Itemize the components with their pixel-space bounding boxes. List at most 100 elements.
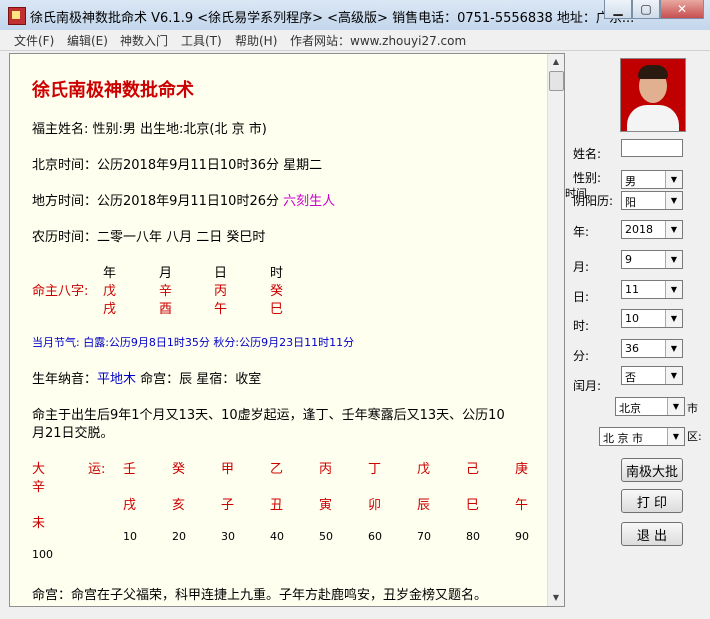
local-time-quarter: 六刻生人 bbox=[283, 194, 336, 209]
chevron-down-icon[interactable]: ▼ bbox=[665, 310, 682, 327]
luck-start-1: 命主于出生后9年1个月又13天、10虚岁起运，逢丁、壬年寒露后又13天、公历10 bbox=[32, 408, 505, 423]
dayun-stem: 癸 bbox=[172, 462, 186, 477]
report-panel[interactable]: 徐氏南极神数批命术 福主姓名: 性别:男 出生地:北京(北 京 市) 北京时间：… bbox=[9, 53, 565, 607]
luck-start-2: 月21日交脱。 bbox=[32, 426, 114, 441]
bazi-header: 月 bbox=[159, 266, 173, 281]
input-panel: 姓名: 性别: 男 ▼ 时间 阴阳历: 阳 ▼ 年: 2018 ▼ 月: 9 ▼… bbox=[563, 53, 710, 619]
window-title: 徐氏南极神数批命术 V6.1.9 <徐氏易学系列程序> <高级版> 销售电话：0… bbox=[30, 11, 635, 26]
nayin-line: 生年纳音：平地木 命宫：辰 星宿：收室 bbox=[32, 368, 261, 387]
name-input[interactable] bbox=[621, 139, 683, 157]
dayun-stem: 壬 bbox=[123, 462, 137, 477]
dayun-stem: 庚 bbox=[515, 462, 529, 477]
leap-label: 闰月: bbox=[573, 379, 602, 393]
city-value: 北 京 市 bbox=[603, 432, 643, 445]
print-button[interactable]: 打 印 bbox=[621, 489, 683, 513]
leap-select[interactable]: 否 ▼ bbox=[621, 366, 683, 385]
day-value: 11 bbox=[625, 283, 639, 296]
dayun-age: 40 bbox=[270, 530, 284, 543]
chevron-down-icon[interactable]: ▼ bbox=[667, 398, 684, 415]
chevron-down-icon[interactable]: ▼ bbox=[665, 340, 682, 357]
bazi-branch: 酉 bbox=[159, 302, 173, 317]
dayun-age: 70 bbox=[417, 530, 431, 543]
dayun-age: 80 bbox=[466, 530, 480, 543]
province-suffix: 市 bbox=[687, 402, 698, 415]
chevron-down-icon[interactable]: ▼ bbox=[665, 251, 682, 268]
scroll-up-icon[interactable]: ▲ bbox=[548, 54, 564, 70]
province-select[interactable]: 北京 ▼ bbox=[615, 397, 685, 416]
dayun-branch: 戌 bbox=[123, 498, 137, 513]
menu-website[interactable]: 作者网站：www.zhouyi27.com bbox=[290, 32, 466, 49]
dayun-label-2: 运: bbox=[88, 462, 106, 477]
dayun-age: 60 bbox=[368, 530, 382, 543]
day-label: 日: bbox=[573, 290, 590, 304]
calendar-value: 阳 bbox=[625, 196, 636, 209]
bazi-branch: 戌 bbox=[103, 302, 117, 317]
dayun-branch: 寅 bbox=[319, 498, 333, 513]
dayun-label-4: 未 bbox=[32, 516, 46, 531]
menu-edit[interactable]: 编辑(E) bbox=[67, 32, 108, 49]
dayun-age-last: 100 bbox=[32, 548, 53, 561]
dayun-stem: 己 bbox=[466, 462, 480, 477]
report-title: 徐氏南极神数批命术 bbox=[32, 80, 194, 101]
portrait-photo bbox=[620, 58, 686, 132]
chevron-down-icon[interactable]: ▼ bbox=[667, 428, 684, 445]
lunar-time: 农历时间：二零一八年 八月 二日 癸巳时 bbox=[32, 230, 266, 245]
calendar-select[interactable]: 阳 ▼ bbox=[621, 191, 683, 210]
scroll-down-icon[interactable]: ▼ bbox=[548, 590, 564, 606]
local-time: 地方时间：公历2018年9月11日10时26分 六刻生人 bbox=[32, 190, 335, 209]
province-value: 北京 bbox=[619, 402, 641, 415]
city-select[interactable]: 北 京 市 ▼ bbox=[599, 427, 685, 446]
bazi-stem: 辛 bbox=[159, 284, 173, 299]
scroll-thumb[interactable] bbox=[549, 71, 564, 91]
nayin-value: 平地木 bbox=[97, 372, 137, 387]
minute-label: 分: bbox=[573, 349, 590, 363]
menu-file[interactable]: 文件(F) bbox=[14, 32, 54, 49]
chevron-down-icon[interactable]: ▼ bbox=[665, 171, 682, 188]
chevron-down-icon[interactable]: ▼ bbox=[665, 281, 682, 298]
bazi-branch: 巳 bbox=[270, 302, 284, 317]
chevron-down-icon[interactable]: ▼ bbox=[665, 367, 682, 384]
exit-button[interactable]: 退 出 bbox=[621, 522, 683, 546]
palace-line: 命宫：命宫在子父福荣，科甲连捷上九重。子年方赴鹿鸣安，丑岁金榜又题名。 bbox=[32, 588, 488, 603]
chevron-down-icon[interactable]: ▼ bbox=[665, 221, 682, 238]
photo-shirt bbox=[627, 105, 679, 131]
bazi-label: 命主八字: bbox=[32, 284, 89, 299]
dayun-branch: 丑 bbox=[270, 498, 284, 513]
gender-value: 男 bbox=[625, 175, 636, 188]
bazi-header: 时 bbox=[270, 266, 284, 281]
minute-select[interactable]: 36 ▼ bbox=[621, 339, 683, 358]
bazi-stem: 戊 bbox=[103, 284, 117, 299]
solar-term: 当月节气: 白露:公历9月8日1时35分 秋分:公历9月23日11时11分 bbox=[32, 336, 355, 349]
menu-help[interactable]: 帮助(H) bbox=[235, 32, 277, 49]
nayin-label: 生年纳音： bbox=[32, 372, 98, 387]
day-select[interactable]: 11 ▼ bbox=[621, 280, 683, 299]
dayun-label-3: 辛 bbox=[32, 480, 46, 495]
dayun-branch: 卯 bbox=[368, 498, 382, 513]
hour-select[interactable]: 10 ▼ bbox=[621, 309, 683, 328]
minimize-icon[interactable]: ▁ bbox=[604, 0, 632, 19]
maximize-icon[interactable]: ▢ bbox=[632, 0, 660, 19]
chevron-down-icon[interactable]: ▼ bbox=[665, 192, 682, 209]
dayun-branch: 子 bbox=[221, 498, 235, 513]
bazi-header: 日 bbox=[214, 266, 228, 281]
menu-intro[interactable]: 神数入门 bbox=[120, 32, 168, 49]
bazi-stem: 癸 bbox=[270, 284, 284, 299]
gender-label: 性别: bbox=[573, 171, 602, 185]
close-icon[interactable]: ✕ bbox=[660, 0, 704, 19]
name-line: 福主姓名: 性别:男 出生地:北京(北 京 市) bbox=[32, 122, 267, 137]
calendar-label-2: 阴阳历: bbox=[573, 194, 614, 208]
month-select[interactable]: 9 ▼ bbox=[621, 250, 683, 269]
year-select[interactable]: 2018 ▼ bbox=[621, 220, 683, 239]
dayun-stem: 丁 bbox=[368, 462, 382, 477]
dayun-branch: 辰 bbox=[417, 498, 431, 513]
dayun-age: 10 bbox=[123, 530, 137, 543]
vertical-scrollbar[interactable]: ▲ ▼ bbox=[547, 54, 564, 606]
gender-select[interactable]: 男 ▼ bbox=[621, 170, 683, 189]
photo-hair bbox=[638, 65, 668, 79]
calculate-button[interactable]: 南极大批 bbox=[621, 458, 683, 482]
dayun-age: 50 bbox=[319, 530, 333, 543]
dayun-age: 30 bbox=[221, 530, 235, 543]
dayun-branch: 亥 bbox=[172, 498, 186, 513]
menu-tools[interactable]: 工具(T) bbox=[181, 32, 222, 49]
hour-label: 时: bbox=[573, 319, 590, 333]
